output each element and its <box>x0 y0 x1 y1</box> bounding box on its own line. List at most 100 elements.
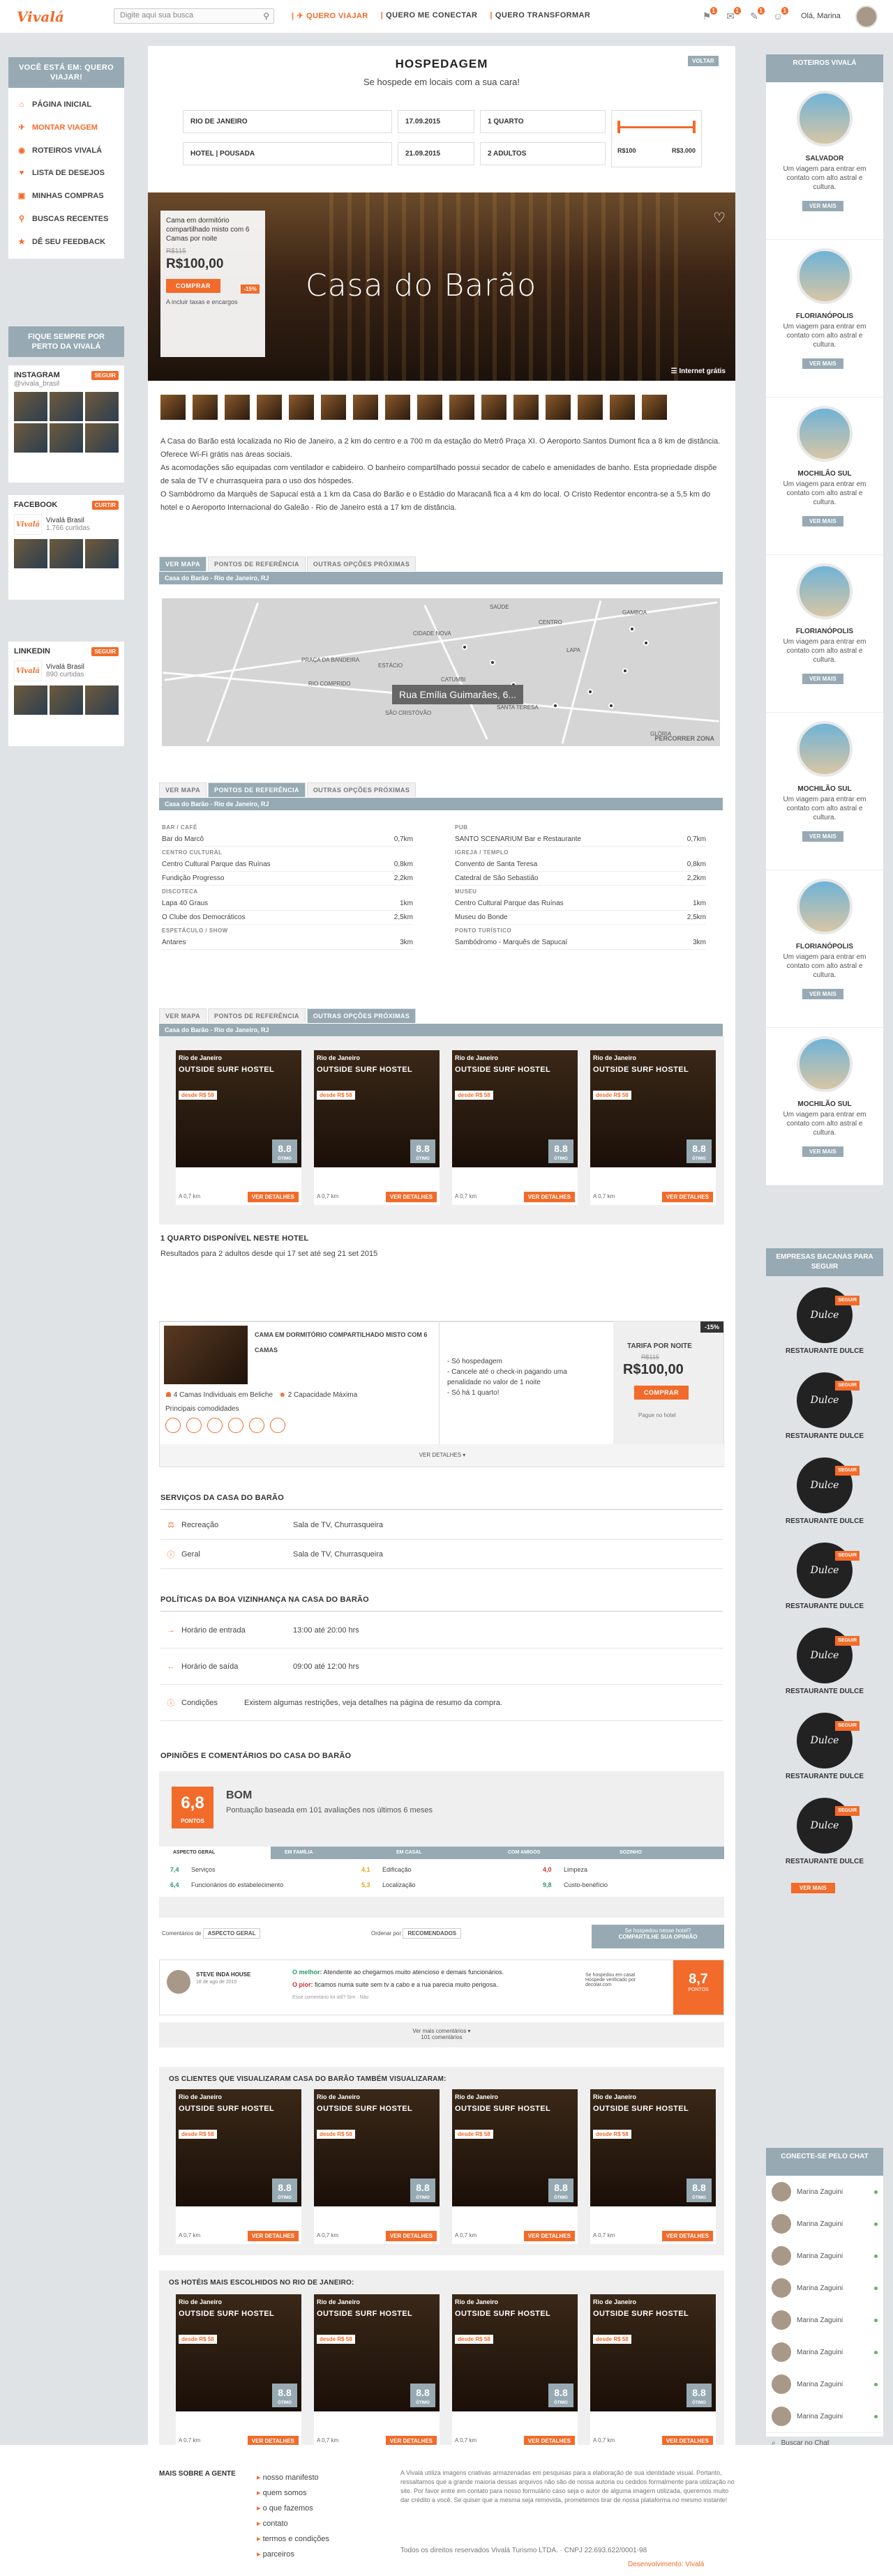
empresa-logo[interactable]: Dulce SEGUIR <box>797 1628 860 1683</box>
view-details-button[interactable]: VER DETALHES <box>247 1192 299 1202</box>
nav-quero-transformar[interactable]: | QUERO TRANSFORMAR <box>490 11 590 24</box>
roteiro-ver-mais-button[interactable]: VER MAIS <box>802 831 843 842</box>
hotel-photo[interactable]: Rio de Janeiro OUTSIDE SURF HOSTEL desde R… <box>452 2294 578 2411</box>
friends-icon[interactable]: ☺ 1 <box>770 7 788 24</box>
footer-link[interactable]: ▸ quem somos <box>257 2485 329 2501</box>
hotel-photo[interactable]: Rio de Janeiro OUTSIDE SURF HOSTEL desde R… <box>590 1050 716 1167</box>
tab-ver-mapa[interactable]: VER MAPA <box>159 556 207 571</box>
chat-contact[interactable]: Marina Zaguini <box>766 2272 883 2304</box>
avatar[interactable] <box>855 6 878 28</box>
hotel-card[interactable]: Rio de Janeiro OUTSIDE SURF HOSTEL desde R… <box>176 2294 301 2449</box>
reference-row[interactable]: Museu do Bonde 2,5km <box>455 911 706 925</box>
chat-contact[interactable]: Marina Zaguini <box>766 2336 883 2368</box>
comment-filter-select[interactable]: ASPECTO GERAL <box>202 1928 261 1939</box>
chat-contact[interactable]: Marina Zaguini <box>766 2176 883 2208</box>
empresa-card[interactable]: Dulce SEGUIR RESTAURANTE DULCE <box>766 1798 883 1865</box>
wishlist-heart-icon[interactable]: ♡ <box>713 209 726 227</box>
more-comments-link[interactable]: Ver mais comentários ▾ 101 comentários <box>159 2022 724 2047</box>
roteiro-card[interactable]: MOCHILÃO SUL Um viagem para entrar em con… <box>766 713 883 870</box>
roteiro-photo[interactable] <box>797 91 853 146</box>
empresa-card[interactable]: Dulce SEGUIR RESTAURANTE DULCE <box>766 1287 883 1355</box>
roteiro-ver-mais-button[interactable]: VER MAIS <box>802 358 843 369</box>
hotel-card[interactable]: Rio de Janeiro OUTSIDE SURF HOSTEL desde R… <box>314 2089 440 2244</box>
facebook-like-button[interactable]: CURTIR <box>91 501 119 510</box>
room-buy-button[interactable]: COMPRAR <box>634 1386 689 1400</box>
empresa-logo[interactable]: Dulce SEGUIR <box>797 1713 860 1768</box>
room-photo[interactable] <box>164 1326 248 1384</box>
view-details-button[interactable]: VER DETALHES <box>661 2231 713 2241</box>
view-details-button[interactable]: VER DETALHES <box>523 1192 575 1202</box>
hotel-photo[interactable]: Rio de Janeiro OUTSIDE SURF HOSTEL desde R… <box>452 2089 578 2206</box>
roteiro-ver-mais-button[interactable]: VER MAIS <box>802 1146 843 1157</box>
roteiro-photo[interactable] <box>797 248 853 304</box>
view-details-button[interactable]: VER DETALHES <box>247 2231 299 2241</box>
score-tab-sozinho[interactable]: SOZINHO <box>606 1847 717 1859</box>
footer-link[interactable]: ▸ contato <box>257 2516 329 2531</box>
roteiro-card[interactable]: MOCHILÃO SUL Um viagem para entrar em con… <box>766 397 883 555</box>
menu-buscas-recentes[interactable]: ⚲ BUSCAS RECENTES <box>8 207 124 230</box>
roteiro-card[interactable]: FLORIANÓPOLIS Um viagem para entrar em co… <box>766 870 883 1028</box>
roteiro-card[interactable]: SALVADOR Um viagem para entrar em contato… <box>766 82 883 240</box>
chat-icon[interactable]: ✎ 1 <box>746 7 765 24</box>
empresa-card[interactable]: Dulce SEGUIR RESTAURANTE DULCE <box>766 1713 883 1780</box>
score-tab-geral[interactable]: ASPECTO GERAL <box>159 1847 271 1859</box>
reference-row[interactable]: Convento de Santa Teresa 0,8km <box>455 858 706 872</box>
hotel-card[interactable]: Rio de Janeiro OUTSIDE SURF HOSTEL desde R… <box>452 2089 578 2244</box>
empresa-card[interactable]: Dulce SEGUIR RESTAURANTE DULCE <box>766 1543 883 1610</box>
empresa-follow-button[interactable]: SEGUIR <box>835 1296 860 1305</box>
hotel-card[interactable]: Rio de Janeiro OUTSIDE SURF HOSTEL desde R… <box>590 2294 716 2449</box>
chat-contact[interactable]: Marina Zaguini <box>766 2208 883 2240</box>
instagram-follow-button[interactable]: SEGUIR <box>91 371 119 380</box>
reference-row[interactable]: O Clube dos Democráticos 2,5km <box>162 911 413 925</box>
empresa-logo[interactable]: Dulce SEGUIR <box>797 1457 860 1513</box>
reference-row[interactable]: Centro Cultural Parque das Ruínas 0,8km <box>162 858 413 872</box>
roteiro-photo[interactable] <box>797 1036 853 1092</box>
roteiro-ver-mais-button[interactable]: VER MAIS <box>802 201 843 211</box>
tab-ver-mapa[interactable]: VER MAPA <box>159 1008 207 1023</box>
notification-icon[interactable]: ⚑ 1 <box>699 7 717 24</box>
score-tab-amigos[interactable]: COM AMIGOS <box>494 1847 606 1859</box>
nav-quero-viajar[interactable]: | ✈ QUERO VIAJAR <box>292 11 368 24</box>
tab-outras-opcoes[interactable]: OUTRAS OPÇÕES PRÓXIMAS <box>306 1008 417 1023</box>
buy-button[interactable]: COMPRAR <box>166 279 220 293</box>
view-details-button[interactable]: VER DETALHES <box>661 1192 713 1202</box>
reference-row[interactable]: Antares 3km <box>162 936 413 950</box>
hotel-card[interactable]: Rio de Janeiro OUTSIDE SURF HOSTEL desde R… <box>452 2294 578 2449</box>
roteiro-ver-mais-button[interactable]: VER MAIS <box>802 674 843 684</box>
checkout-field[interactable]: 21.09.2015 <box>398 142 474 165</box>
reference-row[interactable]: SANTO SCENARIUM Bar e Restaurante 0,7km <box>455 833 706 847</box>
view-details-button[interactable]: VER DETALHES <box>385 1192 437 1202</box>
sort-select[interactable]: RECOMENDADOS <box>403 1928 462 1939</box>
checkin-field[interactable]: 17.09.2015 <box>398 110 474 133</box>
photo-gallery[interactable] <box>160 395 667 420</box>
menu-minhas-compras[interactable]: ▣ MINHAS COMPRAS <box>8 184 124 207</box>
roteiro-ver-mais-button[interactable]: VER MAIS <box>802 989 843 999</box>
tab-outras-opcoes[interactable]: OUTRAS OPÇÕES PRÓXIMAS <box>306 782 417 797</box>
tab-ver-mapa[interactable]: VER MAPA <box>159 782 207 797</box>
tab-outras-opcoes[interactable]: OUTRAS OPÇÕES PRÓXIMAS <box>306 556 417 571</box>
hotel-card[interactable]: Rio de Janeiro OUTSIDE SURF HOSTEL desde R… <box>176 2089 301 2244</box>
empresas-ver-mais-button[interactable]: VER MAIS <box>791 1883 835 1893</box>
empresa-follow-button[interactable]: SEGUIR <box>835 1466 860 1476</box>
chat-contact[interactable]: Marina Zaguini <box>766 2240 883 2272</box>
empresa-logo[interactable]: Dulce SEGUIR <box>797 1543 860 1598</box>
score-tab-familia[interactable]: EM FAMÍLIA <box>271 1847 382 1859</box>
roteiro-photo[interactable] <box>797 879 853 934</box>
empresa-follow-button[interactable]: SEGUIR <box>835 1551 860 1561</box>
menu-montar-viagem[interactable]: ✈ MONTAR VIAGEM <box>8 116 124 139</box>
type-field[interactable]: HOTEL | POUSADA <box>183 142 392 165</box>
reference-row[interactable]: Fundição Progresso 2,2km <box>162 872 413 886</box>
roteiro-photo[interactable] <box>797 721 853 777</box>
footer-link[interactable]: ▸ o que fazemos <box>257 2501 329 2516</box>
hotel-photo[interactable]: Rio de Janeiro OUTSIDE SURF HOSTEL desde R… <box>590 2294 716 2411</box>
hotel-photo[interactable]: Rio de Janeiro OUTSIDE SURF HOSTEL desde R… <box>176 1050 301 1167</box>
hotel-card[interactable]: Rio de Janeiro OUTSIDE SURF HOSTEL desde R… <box>176 1050 301 1205</box>
hotel-photo[interactable]: Rio de Janeiro OUTSIDE SURF HOSTEL desde R… <box>314 2089 440 2206</box>
view-details-button[interactable]: VER DETALHES <box>523 2231 575 2241</box>
tab-pontos-referencia[interactable]: PONTOS DE REFERÊNCIA <box>208 1008 306 1023</box>
reference-row[interactable]: Catedral de São Sebastião 2,2km <box>455 872 706 886</box>
share-opinion-button[interactable]: Se hospedou nesse hotel? COMPARTILHE SUA … <box>592 1925 724 1948</box>
hotel-card[interactable]: Rio de Janeiro OUTSIDE SURF HOSTEL desde R… <box>314 1050 440 1205</box>
empresa-follow-button[interactable]: SEGUIR <box>835 1721 860 1731</box>
view-details-button[interactable]: VER DETALHES <box>385 2231 437 2241</box>
